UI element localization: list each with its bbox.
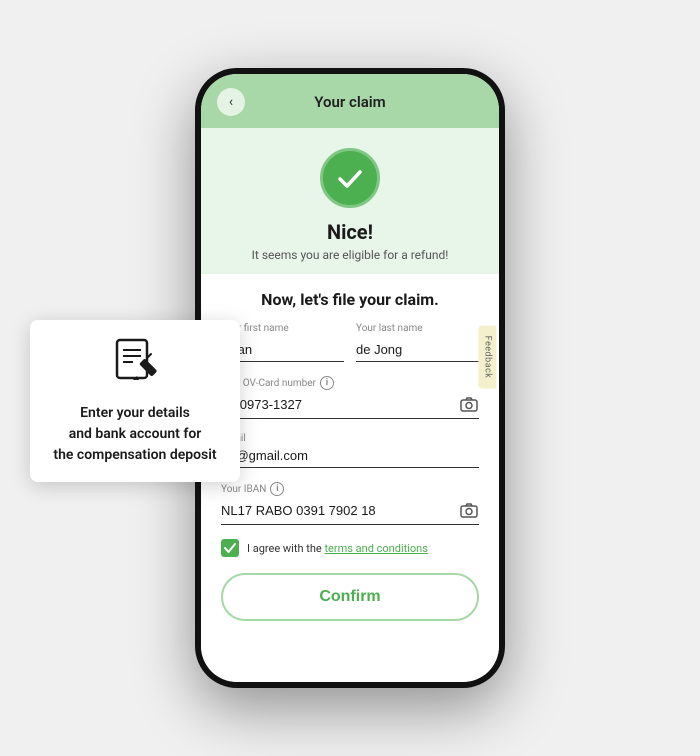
success-title: Nice! bbox=[327, 220, 373, 244]
back-arrow-icon: ‹ bbox=[229, 94, 233, 110]
last-name-field: Your last name bbox=[356, 323, 479, 362]
iban-info-icon[interactable]: i bbox=[270, 482, 284, 496]
form-heading: Now, let's file your claim. bbox=[221, 290, 479, 309]
email-input-row bbox=[221, 448, 479, 468]
form-section: Now, let's file your claim. Your first n… bbox=[201, 274, 499, 637]
tooltip-card: Enter your detailsand bank account forth… bbox=[30, 320, 240, 482]
iban-label-row: Your IBAN i bbox=[221, 482, 479, 496]
ov-card-info-icon[interactable]: i bbox=[320, 376, 334, 390]
last-name-input[interactable] bbox=[356, 338, 479, 362]
iban-label: Your IBAN bbox=[221, 484, 266, 495]
ov-card-input[interactable] bbox=[221, 397, 459, 412]
ov-camera-icon[interactable] bbox=[459, 394, 479, 414]
feedback-tab[interactable]: Feedback bbox=[479, 325, 497, 388]
phone-shell: ‹ Your claim Nice! It seems you are elig… bbox=[195, 68, 505, 688]
tooltip-text: Enter your detailsand bank account forth… bbox=[53, 403, 216, 466]
iban-field: Your IBAN i bbox=[221, 482, 479, 525]
phone-screen: ‹ Your claim Nice! It seems you are elig… bbox=[201, 74, 499, 682]
terms-link[interactable]: terms and conditions bbox=[324, 542, 428, 555]
iban-camera-icon[interactable] bbox=[459, 500, 479, 520]
email-field: Email bbox=[221, 433, 479, 468]
checkmark-icon bbox=[334, 162, 366, 194]
iban-input-row bbox=[221, 500, 479, 525]
iban-input[interactable] bbox=[221, 503, 459, 518]
check-circle bbox=[320, 148, 380, 208]
confirm-button[interactable]: Confirm bbox=[221, 573, 479, 621]
ov-card-label-row: your OV-Card number i bbox=[221, 376, 479, 390]
terms-label: I agree with the terms and conditions bbox=[247, 542, 428, 555]
last-name-label: Your last name bbox=[356, 323, 479, 334]
scene: ‹ Your claim Nice! It seems you are elig… bbox=[0, 0, 700, 756]
email-label: Email bbox=[221, 433, 479, 444]
ov-card-field: your OV-Card number i bbox=[221, 376, 479, 419]
terms-checkbox[interactable] bbox=[221, 539, 239, 557]
success-area: Nice! It seems you are eligible for a re… bbox=[201, 128, 499, 274]
email-input[interactable] bbox=[221, 448, 479, 463]
app-header: ‹ Your claim bbox=[201, 74, 499, 128]
ov-card-input-row bbox=[221, 394, 479, 419]
tooltip-icon bbox=[109, 336, 161, 393]
terms-checkbox-row: I agree with the terms and conditions bbox=[221, 539, 479, 557]
back-button[interactable]: ‹ bbox=[217, 88, 245, 116]
page-title: Your claim bbox=[245, 93, 455, 111]
name-row: Your first name Your last name bbox=[221, 323, 479, 362]
success-subtitle: It seems you are eligible for a refund! bbox=[252, 248, 449, 262]
app-content: Nice! It seems you are eligible for a re… bbox=[201, 128, 499, 682]
